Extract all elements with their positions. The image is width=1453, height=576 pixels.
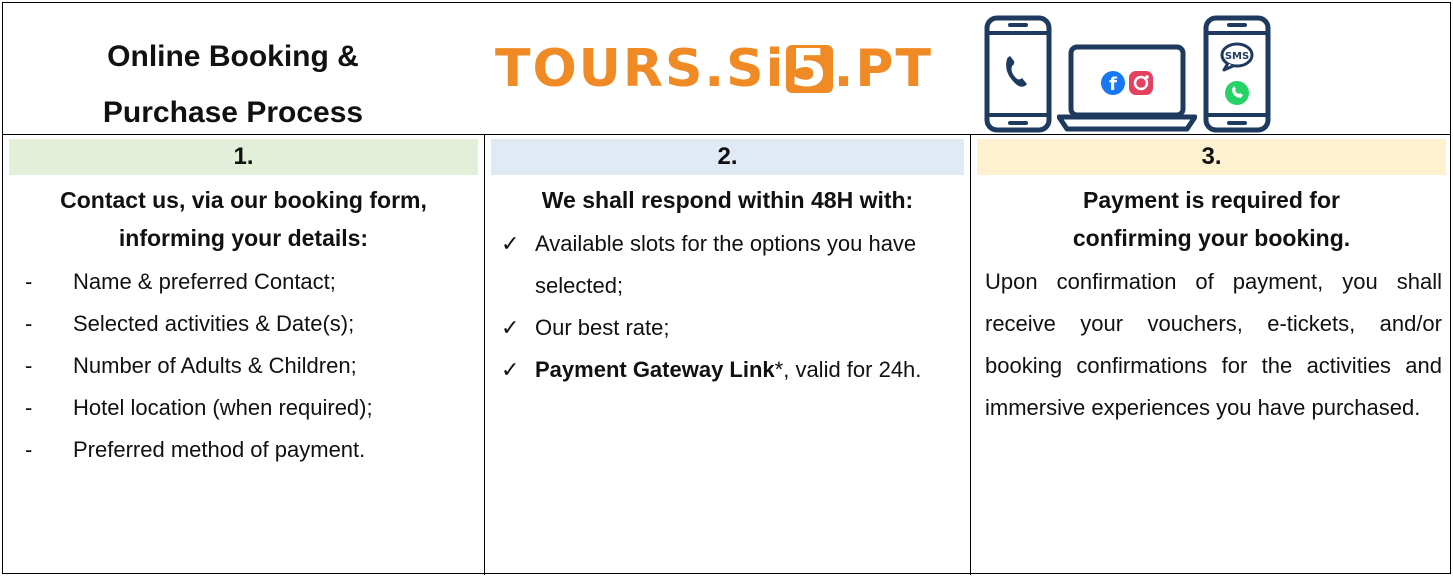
list-item-text: Available slots for the options you have… <box>535 231 917 298</box>
list-item: - Preferred method of payment. <box>3 429 484 471</box>
contact-devices: f SMS <box>983 15 1343 133</box>
payment-gateway-link-text: Payment Gateway Link <box>535 357 775 382</box>
step-3-paragraph: Upon confirmation of payment, you shall … <box>985 269 1442 420</box>
dash-marker: - <box>25 395 33 420</box>
dash-marker: - <box>25 437 33 462</box>
step-2-column: 2. We shall respond within 48H with: ✓ Av… <box>485 135 971 575</box>
list-item-text: Preferred method of payment. <box>73 437 366 462</box>
step-1-list: - Name & preferred Contact; - Selected act… <box>3 261 484 471</box>
sms-label: SMS <box>1225 51 1249 62</box>
title-line-2: Purchase Process <box>102 96 364 129</box>
phone-messaging-icon: SMS <box>1203 15 1271 133</box>
page-title: Online Booking & Purchase Process <box>63 29 403 141</box>
list-item-text: Name & preferred Contact; <box>73 269 336 294</box>
tours-logo: TOURS.Si5.PT <box>495 39 933 99</box>
step-3-heading-line-2: confirming your booking. <box>1072 225 1351 251</box>
check-icon: ✓ <box>501 315 520 340</box>
step-2-number: 2. <box>491 139 964 175</box>
step-3-column: 3. Payment is required for confirming yo… <box>971 135 1452 575</box>
list-item: ✓ Available slots for the options you hav… <box>485 223 970 307</box>
check-icon: ✓ <box>501 357 520 382</box>
dash-marker: - <box>25 311 33 336</box>
list-item-text: Number of Adults & Children; <box>73 353 357 378</box>
step-3-heading-line-1: Payment is required for <box>1083 187 1340 213</box>
list-item-text: Hotel location (when required); <box>73 395 373 420</box>
instagram-icon <box>1129 71 1154 95</box>
booking-process-table: Online Booking & Purchase Process TOURS.… <box>2 2 1452 575</box>
list-item-text: Our best rate; <box>535 315 670 340</box>
step-2-list: ✓ Available slots for the options you hav… <box>485 223 970 391</box>
list-item: ✓ Our best rate; <box>485 307 970 349</box>
step-1-heading-line-1: Contact us, via our booking form, <box>60 187 427 213</box>
step-2-heading: We shall respond within 48H with: <box>541 187 914 213</box>
list-item: - Hotel location (when required); <box>3 387 484 429</box>
title-line-1: Online Booking & <box>107 40 359 73</box>
step-1-heading-line-2: informing your details: <box>118 225 369 251</box>
dash-marker: - <box>25 269 33 294</box>
dash-marker: - <box>25 353 33 378</box>
list-item: - Number of Adults & Children; <box>3 345 484 387</box>
step-1-number: 1. <box>9 139 478 175</box>
step-3-heading: Payment is required for confirming your … <box>971 181 1452 257</box>
logo-text-1: TOURS. <box>495 39 727 99</box>
list-item: - Name & preferred Contact; <box>3 261 484 303</box>
laptop-social-icon: f <box>1056 44 1198 132</box>
list-item: - Selected activities & Date(s); <box>3 303 484 345</box>
step-3-number: 3. <box>977 139 1446 175</box>
logo-mark: 5 <box>786 43 833 95</box>
step-1-heading: Contact us, via our booking form, inform… <box>3 181 484 257</box>
list-item-text: Selected activities & Date(s); <box>73 311 355 336</box>
logo-text-2: Si <box>726 39 786 99</box>
list-item: ✓ Payment Gateway Link*, valid for 24h. <box>485 349 970 391</box>
step-1-column: 1. Contact us, via our booking form, inf… <box>3 135 485 575</box>
check-icon: ✓ <box>501 231 520 256</box>
header-row: Online Booking & Purchase Process TOURS.… <box>3 3 1450 135</box>
logo-text-3: .PT <box>833 39 933 99</box>
phone-device-icon <box>984 15 1052 133</box>
svg-text:f: f <box>1110 74 1118 95</box>
list-item-text: *, valid for 24h. <box>774 357 922 382</box>
